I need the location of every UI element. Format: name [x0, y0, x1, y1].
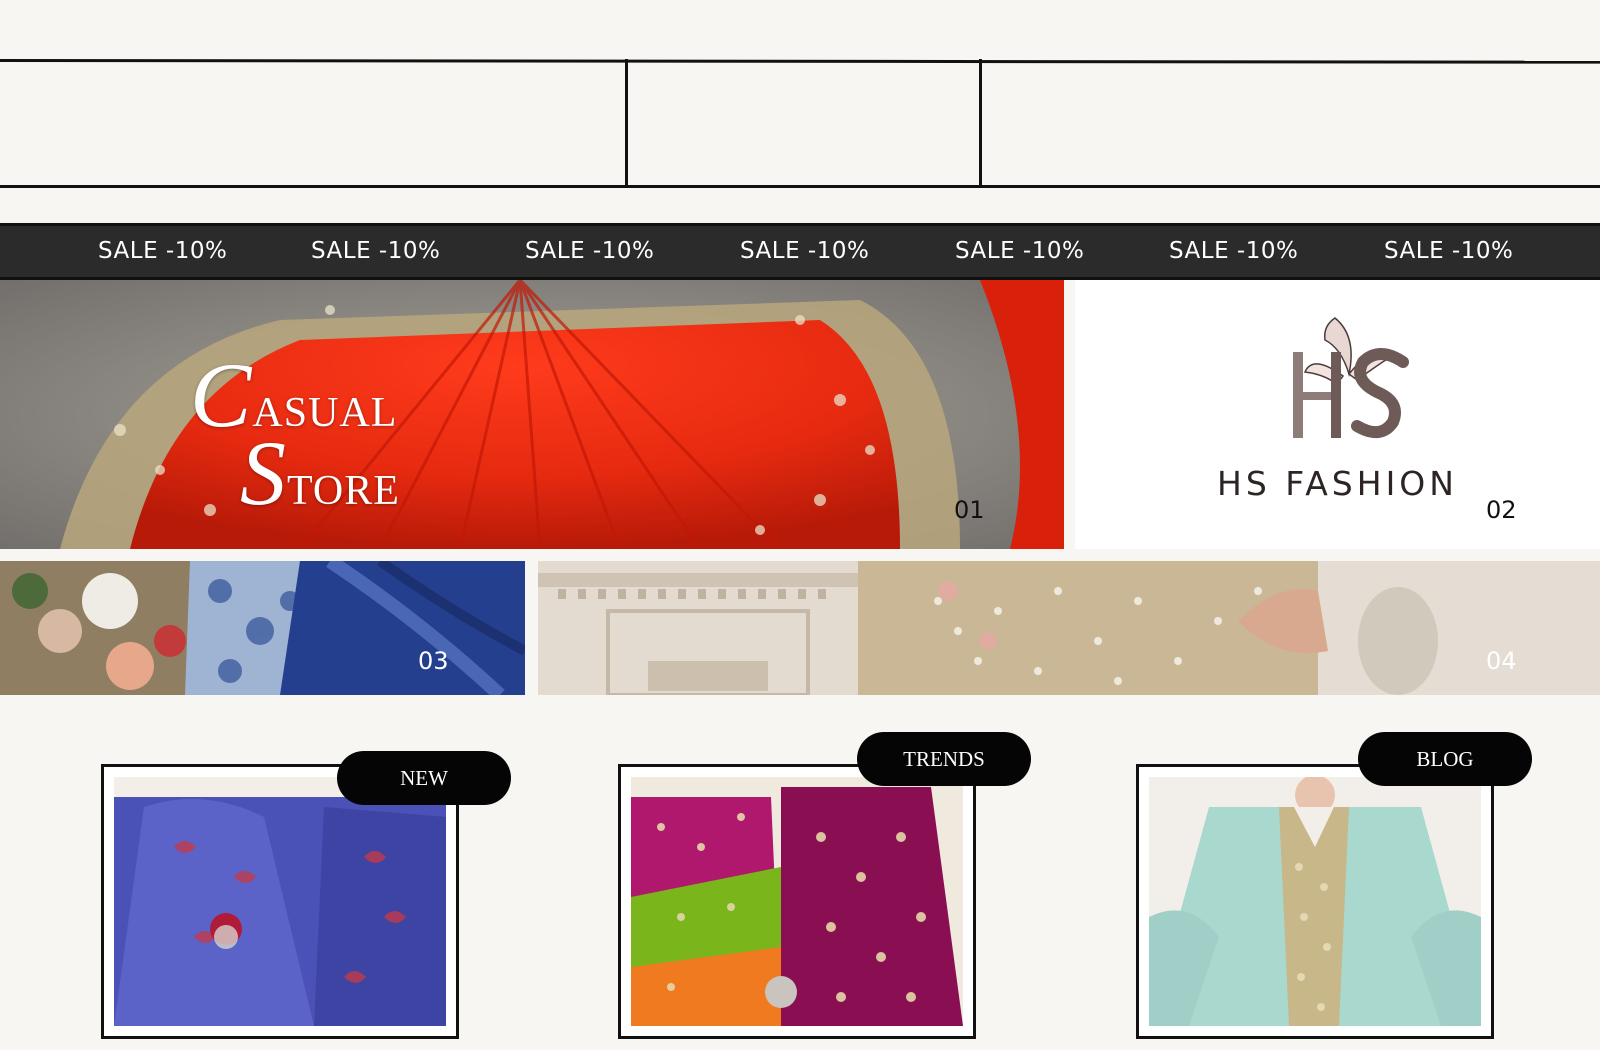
card-image	[114, 777, 446, 1026]
magenta-embroidered-suit-image	[631, 777, 963, 1026]
sale-item[interactable]: SALE -10%	[740, 226, 869, 277]
tile-number: 02	[1486, 496, 1517, 524]
sale-item[interactable]: SALE -10%	[1384, 226, 1513, 277]
nav-bottom-border	[0, 185, 1600, 188]
product-card-new[interactable]: NEW	[101, 751, 511, 1039]
store-title-line2: STORE	[240, 422, 400, 524]
embroidered-dress-image	[538, 561, 1600, 695]
sale-item[interactable]: SALE -10%	[525, 226, 654, 277]
sale-item[interactable]: SALE -10%	[98, 226, 227, 277]
tile-number: 03	[418, 647, 449, 675]
sale-item[interactable]: SALE -10%	[1169, 226, 1298, 277]
product-card-trends[interactable]: TRENDS	[618, 732, 1031, 1039]
hero-tile-embroidered[interactable]: 04	[538, 561, 1600, 695]
sale-item[interactable]: SALE -10%	[955, 226, 1084, 277]
tile-number: 01	[954, 496, 985, 524]
red-dress-image	[0, 280, 1064, 549]
product-card-blog[interactable]: BLOG	[1136, 732, 1532, 1039]
card-image	[631, 777, 963, 1026]
nav-cell-3[interactable]	[982, 62, 1600, 185]
brand-name: HS FASHION	[1217, 464, 1458, 503]
nav-cell-1[interactable]	[0, 62, 625, 185]
lily-flower-monogram-icon	[1293, 317, 1409, 438]
top-navigation	[0, 59, 1600, 190]
hero-tile-brand[interactable]: HS FASHION 02	[1075, 280, 1600, 549]
tile-number: 04	[1486, 647, 1517, 675]
tag-new[interactable]: NEW	[337, 751, 511, 805]
tag-trends[interactable]: TRENDS	[857, 732, 1031, 786]
card-image	[1149, 777, 1481, 1026]
blue-printed-suit-image	[114, 777, 446, 1026]
hero-tile-floral[interactable]: 03	[0, 561, 525, 695]
tag-blog[interactable]: BLOG	[1358, 732, 1532, 786]
sale-marquee: SALE -10% SALE -10% SALE -10% SALE -10% …	[0, 223, 1600, 280]
sale-item[interactable]: SALE -10%	[311, 226, 440, 277]
hero-tile-casual-store[interactable]: CASUAL STORE 01	[0, 280, 1064, 549]
mint-kurta-image	[1149, 777, 1481, 1026]
nav-cell-2[interactable]	[628, 62, 979, 185]
